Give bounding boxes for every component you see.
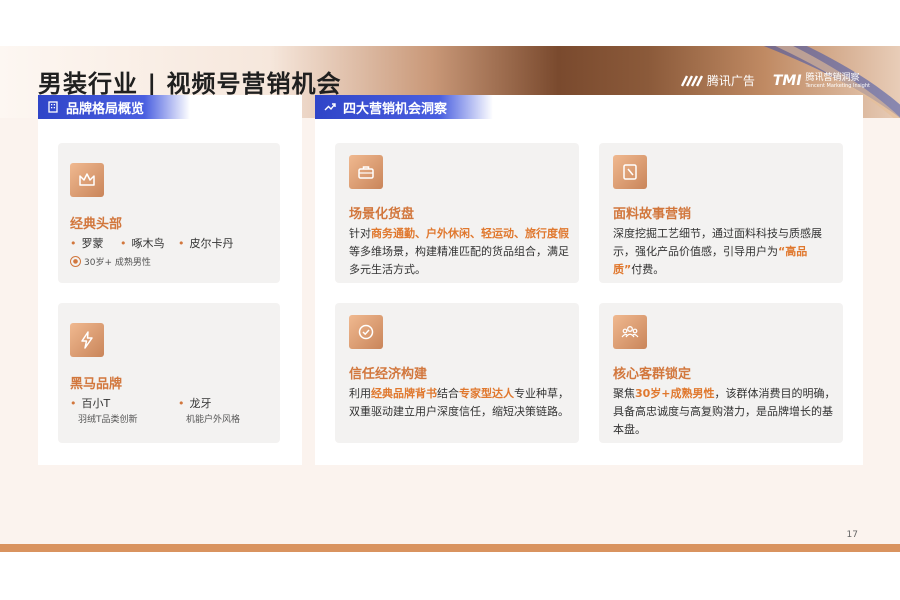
briefcase-icon: [349, 155, 383, 189]
brand-landscape-tab: 品牌格局概览: [38, 95, 191, 119]
card-description: 深度挖掘工艺细节，通过面料科技与质感展示，强化产品价值感，引导用户为“高品质”付…: [613, 227, 822, 276]
card-description: 聚焦30岁+成熟男性，该群体消费目的明确，具备高忠诚度与高复购潜力，是品牌增长的…: [613, 387, 836, 436]
brand-item: • 皮尔卡丹: [178, 237, 234, 250]
card-title: 场景化货盘: [349, 207, 415, 222]
card-title: 信任经济构建: [349, 367, 428, 382]
lightning-icon: [70, 323, 104, 357]
tmi-mark: TMI: [772, 72, 802, 89]
check-circle-icon: [349, 315, 383, 349]
highlight-text: 商务通勤、户外休闲、轻运动、旅行度假: [371, 227, 569, 240]
group-users-icon: [613, 315, 647, 349]
tmi-text: 腾讯营销洞察: [805, 72, 860, 83]
card-description: 针对商务通勤、户外休闲、轻运动、旅行度假等多维场景，构建精准匹配的货品组合，满足…: [349, 227, 569, 276]
highlight-text: 30岁+成熟男性: [635, 387, 715, 400]
card-title: 经典头部: [70, 217, 123, 232]
tencent-ads-logo: 腾讯广告: [680, 72, 755, 89]
core-audience-card: 核心客群锁定 聚焦30岁+成熟男性，该群体消费目的明确，具备高忠诚度与高复购潜力…: [599, 303, 843, 443]
page-title: 男装行业 | 视频号营销机会: [38, 70, 342, 98]
logo-area: 腾讯广告 TMI 腾讯营销洞察 Tencent Marketing Insigh…: [680, 72, 870, 89]
brand-item: • 啄木鸟: [120, 237, 165, 250]
trend-up-icon: [323, 100, 337, 114]
card-title: 黑马品牌: [70, 377, 123, 392]
card-description: 利用经典品牌背书结合专家型达人专业种草，双重驱动建立用户深度信任，缩短决策链路。: [349, 387, 569, 418]
trust-economy-card: 信任经济构建 利用经典品牌背书结合专家型达人专业种草，双重驱动建立用户深度信任，…: [335, 303, 579, 443]
brand-item: • 百小T: [70, 397, 111, 410]
crown-icon: [70, 163, 104, 197]
building-icon: [46, 100, 60, 114]
page-number: 17: [846, 530, 858, 540]
scenario-assortment-card: 场景化货盘 针对商务通勤、户外休闲、轻运动、旅行度假等多维场景，构建精准匹配的货…: [335, 143, 579, 283]
brand-item: • 龙牙: [178, 397, 212, 410]
marketing-insights-panel: 四大营销机会洞察 场景化货盘 针对商务通勤、户外休闲、轻运动、旅行度假等多维场景…: [315, 95, 863, 465]
tmi-subtext: Tencent Marketing Insight: [805, 82, 870, 89]
audience-tag: ● 30岁+ 成熟男性: [70, 255, 151, 268]
brand-landscape-tab-label: 品牌格局概览: [66, 101, 145, 117]
card-title: 核心客群锁定: [613, 367, 692, 382]
card-title: 面料故事营销: [613, 207, 692, 222]
highlight-text: 专家型达人: [459, 387, 514, 400]
marketing-insights-tab-label: 四大营销机会洞察: [343, 101, 448, 117]
bottom-accent-bar: [0, 544, 900, 552]
brand-subtext: 机能户外风格: [186, 415, 241, 425]
fabric-icon: [613, 155, 647, 189]
fabric-story-card: 面料故事营销 深度挖掘工艺细节，通过面料科技与质感展示，强化产品价值感，引导用户…: [599, 143, 843, 283]
brand-item: • 罗蒙: [70, 237, 104, 250]
brand-subtext: 羽绒T品类创新: [78, 415, 138, 425]
dark-horse-card: 黑马品牌 • 百小T 羽绒T品类创新 • 龙牙 机能户外风格: [58, 303, 280, 443]
tmi-logo: TMI 腾讯营销洞察 Tencent Marketing Insight: [773, 73, 870, 89]
tencent-ads-text: 腾讯广告: [706, 74, 755, 88]
user-icon: ●: [70, 256, 81, 267]
classic-leaders-card: 经典头部 • 罗蒙 • 啄木鸟 • 皮尔卡丹 ● 30岁+ 成熟男性: [58, 143, 280, 283]
tencent-ads-icon: [680, 74, 703, 87]
marketing-insights-tab: 四大营销机会洞察: [315, 95, 494, 119]
highlight-text: 经典品牌背书: [371, 387, 437, 400]
brand-landscape-panel: 品牌格局概览 经典头部 • 罗蒙 • 啄木鸟 • 皮尔卡丹 ● 30岁+ 成熟男性 黑…: [38, 95, 302, 465]
